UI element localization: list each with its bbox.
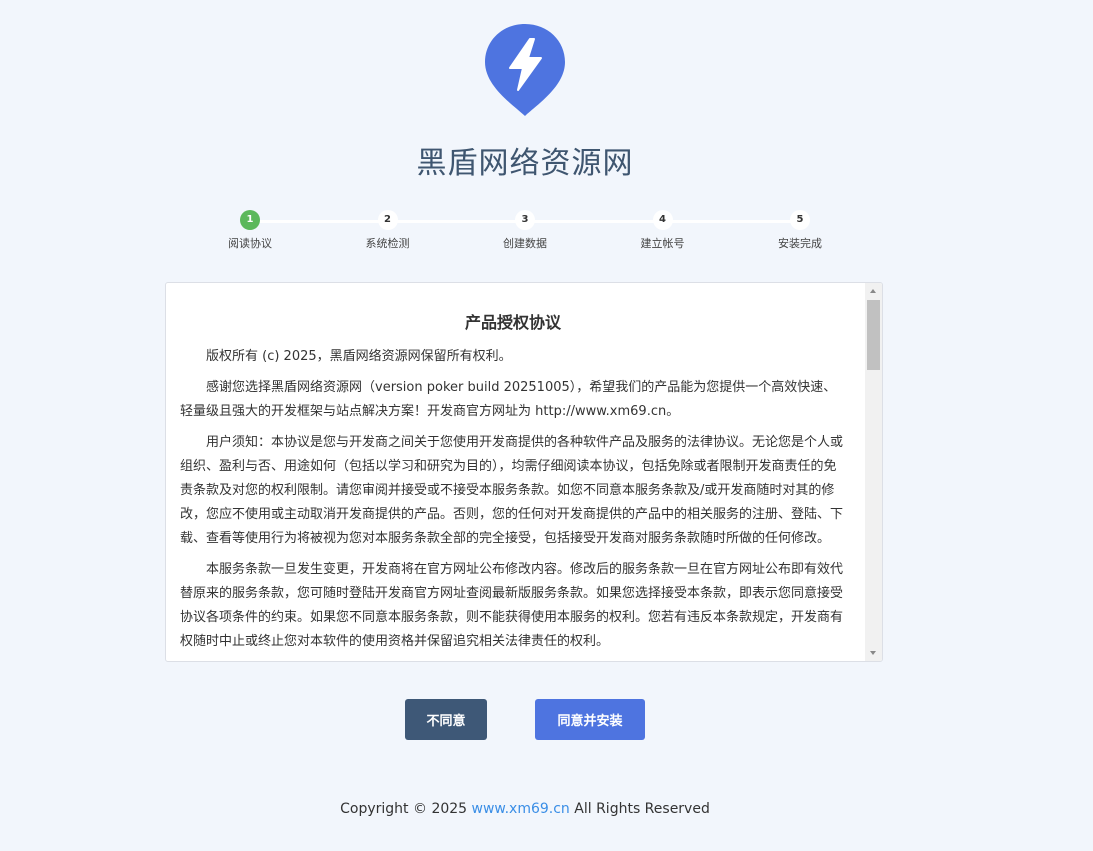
install-steps: 1 阅读协议 2 系统检测 3 创建数据 4 建立帐号 5 安装完成 — [200, 210, 900, 260]
step-label: 安装完成 — [778, 237, 822, 250]
scroll-down-arrow-icon[interactable] — [870, 651, 876, 655]
agree-and-install-button[interactable]: 同意并安装 — [535, 699, 645, 740]
step-number: 2 — [377, 210, 398, 230]
rights-text: All Rights Reserved — [574, 801, 710, 817]
step-create-data: 3 创建数据 — [475, 210, 575, 251]
step-number: 5 — [790, 210, 810, 230]
step-read-agreement: 1 阅读协议 — [200, 210, 300, 251]
license-content: 产品授权协议 版权所有 (c) 2025，黑盾网络资源网保留所有权利。 感谢您选… — [180, 301, 846, 661]
step-install-complete: 5 安装完成 — [750, 210, 850, 251]
footer-copyright: Copyright © 2025 www.xm69.cn All Rights … — [0, 801, 1050, 817]
step-label: 阅读协议 — [228, 237, 272, 250]
site-title: 黑盾网络资源网 — [416, 146, 634, 181]
step-number: 4 — [652, 210, 673, 230]
license-agreement-box[interactable]: 产品授权协议 版权所有 (c) 2025，黑盾网络资源网保留所有权利。 感谢您选… — [165, 282, 883, 662]
license-paragraph: 用户须知：本协议是您与开发商之间关于您使用开发商提供的各种软件产品及服务的法律协… — [180, 435, 844, 546]
step-label: 创建数据 — [503, 237, 547, 250]
license-paragraph: 感谢您选择黑盾网络资源网（version poker build 2025100… — [180, 380, 837, 419]
scroll-up-arrow-icon[interactable] — [870, 289, 876, 293]
step-create-account: 4 建立帐号 — [613, 210, 713, 251]
step-label: 系统检测 — [365, 237, 410, 250]
lightning-bolt-logo-icon — [485, 24, 565, 116]
license-scrollbar[interactable] — [865, 283, 882, 661]
disagree-button[interactable]: 不同意 — [405, 699, 487, 740]
license-title: 产品授权协议 — [464, 313, 561, 332]
step-label: 建立帐号 — [640, 237, 685, 250]
license-paragraph: 版权所有 (c) 2025，黑盾网络资源网保留所有权利。 — [206, 349, 512, 364]
scrollbar-thumb[interactable] — [867, 300, 880, 370]
step-number: 1 — [240, 210, 260, 230]
step-system-check: 2 系统检测 — [338, 210, 438, 251]
step-number: 3 — [515, 210, 535, 230]
copyright-text: Copyright © 2025 — [340, 801, 468, 817]
site-link[interactable]: www.xm69.cn — [472, 801, 570, 817]
license-paragraph: 本服务条款一旦发生变更，开发商将在官方网址公布修改内容。修改后的服务条款一旦在官… — [180, 562, 844, 649]
